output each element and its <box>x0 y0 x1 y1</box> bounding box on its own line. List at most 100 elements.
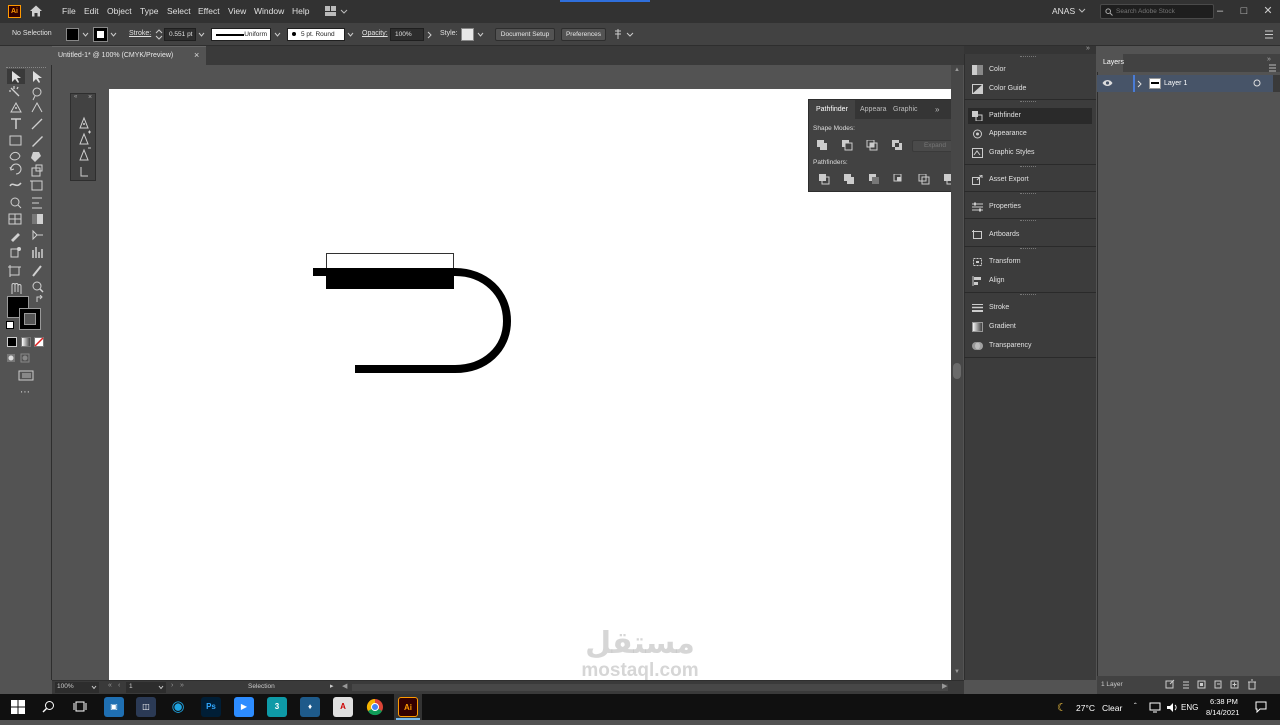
scroll-up-icon[interactable]: ▲ <box>954 67 960 73</box>
dock-grip[interactable] <box>1020 294 1036 297</box>
swap-colors-icon[interactable] <box>35 295 44 304</box>
default-colors-icon[interactable] <box>6 321 14 329</box>
document-setup-button[interactable]: Document Setup <box>495 28 555 41</box>
dock-artboards[interactable]: Artboards <box>968 227 1092 243</box>
dock-stroke[interactable]: Stroke <box>968 300 1092 316</box>
last-artboard-icon[interactable]: » <box>180 682 184 689</box>
target-icon[interactable] <box>1253 79 1261 87</box>
workspace-switcher-icon[interactable] <box>325 6 349 17</box>
next-artboard-icon[interactable]: › <box>171 682 173 689</box>
document-tab[interactable]: Untitled-1* @ 100% (CMYK/Preview) × <box>52 46 206 65</box>
taskbar-app-acrobat-icon[interactable]: A <box>333 697 353 717</box>
dock-align[interactable]: Align <box>968 273 1092 289</box>
taskbar-app-photoshop-icon[interactable]: Ps <box>201 697 221 717</box>
menu-view[interactable]: View <box>228 6 246 16</box>
menu-file[interactable]: File <box>62 6 76 16</box>
taskbar-app-game-icon[interactable]: ♦ <box>300 697 320 717</box>
preferences-button[interactable]: Preferences <box>561 28 606 41</box>
chevron-down-icon[interactable] <box>91 685 97 690</box>
stroke-weight-field[interactable]: 0.551 pt <box>164 28 196 41</box>
taskbar-app-illustrator-icon[interactable]: Ai <box>398 697 418 717</box>
menu-effect[interactable]: Effect <box>198 6 220 16</box>
notifications-icon[interactable] <box>1255 701 1267 713</box>
clock-date[interactable]: 8/14/2021 <box>1206 708 1239 717</box>
chevron-down-icon[interactable] <box>477 32 484 38</box>
screen-mode-icon[interactable] <box>18 370 34 382</box>
scroll-down-icon[interactable]: ▼ <box>954 669 960 675</box>
taskbar-app-vscode-icon[interactable]: ▣ <box>104 697 124 717</box>
volume-icon[interactable] <box>1166 702 1178 713</box>
dock-grip[interactable] <box>1020 101 1036 104</box>
dock-graphic-styles[interactable]: Graphic Styles <box>968 145 1092 161</box>
menu-edit[interactable]: Edit <box>84 6 99 16</box>
selected-rectangle-outline[interactable] <box>326 253 454 271</box>
collapse-icon[interactable]: » <box>1267 56 1271 63</box>
layer-name[interactable]: Layer 1 <box>1164 80 1187 87</box>
temperature[interactable]: 27°C <box>1076 703 1095 713</box>
chevron-down-icon[interactable] <box>110 32 117 38</box>
stepper-icon[interactable] <box>155 28 163 41</box>
layer-row[interactable]: Layer 1 <box>1097 75 1273 92</box>
stroke-swatch[interactable] <box>93 27 108 42</box>
layers-menu-icon[interactable] <box>1268 64 1277 72</box>
search-icon[interactable] <box>42 700 55 713</box>
chevron-down-icon[interactable] <box>158 685 164 690</box>
graphic-style-swatch[interactable] <box>461 28 474 41</box>
opacity-label[interactable]: Opacity: <box>362 30 388 37</box>
menu-type[interactable]: Type <box>140 6 158 16</box>
dock-transparency[interactable]: Transparency <box>968 338 1092 354</box>
close-panel-icon[interactable]: × <box>88 94 92 101</box>
tab-appearance[interactable]: Appeara <box>860 100 886 119</box>
dock-grip[interactable] <box>1020 166 1036 169</box>
chevron-down-icon[interactable] <box>1078 7 1086 15</box>
color-mode-icon[interactable] <box>7 337 17 347</box>
search-stock-box[interactable] <box>1100 4 1214 19</box>
windows-start-icon[interactable] <box>11 700 25 714</box>
chevron-up-icon[interactable]: ˆ <box>1134 702 1137 711</box>
menu-object[interactable]: Object <box>107 6 132 16</box>
clock-time[interactable]: 6:38 PM <box>1210 697 1238 706</box>
edit-toolbar-icon[interactable]: ⋯ <box>20 387 30 398</box>
stroke-color-box[interactable] <box>19 308 41 330</box>
dock-grip[interactable] <box>1020 248 1036 251</box>
dock-color-guide[interactable]: Color Guide <box>968 81 1092 97</box>
input-language[interactable]: ENG <box>1181 703 1198 712</box>
zoom-field[interactable]: 100% <box>55 682 99 693</box>
home-icon[interactable] <box>29 4 43 18</box>
scroll-right-icon[interactable]: ▶ <box>942 682 947 690</box>
eye-icon[interactable] <box>1102 79 1113 87</box>
tab-layers[interactable]: Layers <box>1103 59 1124 66</box>
dock-grip[interactable] <box>1020 193 1036 196</box>
scroll-left-icon[interactable]: ◀ <box>342 682 347 690</box>
taskbar-app-edge-icon[interactable]: ◉ <box>168 697 188 717</box>
task-view-icon[interactable] <box>73 700 87 713</box>
draw-mode-icons[interactable] <box>7 353 37 363</box>
panel-menu-icon[interactable] <box>1264 30 1274 39</box>
taskbar-app-chrome-icon[interactable] <box>365 697 385 717</box>
minimize-button[interactable]: – <box>1208 0 1232 23</box>
opacity-field[interactable]: 100% <box>390 28 424 41</box>
artboard-number-field[interactable]: 1 <box>126 682 166 693</box>
chevron-right-icon[interactable] <box>1137 80 1143 88</box>
dock-grip[interactable] <box>1020 220 1036 223</box>
search-input[interactable] <box>1116 6 1211 17</box>
stroke-label[interactable]: Stroke: <box>129 30 151 37</box>
collapse-panel-icon[interactable]: » <box>935 105 939 114</box>
vertical-scrollbar[interactable]: ▲ ▼ <box>951 65 963 680</box>
dock-pathfinder[interactable]: Pathfinder <box>968 108 1092 124</box>
chevron-right-icon[interactable] <box>427 31 433 39</box>
close-tab-icon[interactable]: × <box>194 50 199 60</box>
tab-pathfinder[interactable]: Pathfinder <box>809 100 855 119</box>
close-button[interactable]: ✕ <box>1256 0 1280 23</box>
chevron-down-icon[interactable] <box>347 32 354 38</box>
taskbar-app-explorer-icon[interactable]: ◫ <box>136 697 156 717</box>
artwork-paper-clip-shape[interactable] <box>300 245 520 380</box>
menu-help[interactable]: Help <box>292 6 309 16</box>
taskbar-app-zoom-icon[interactable]: ▶ <box>234 697 254 717</box>
brush-definition[interactable]: 5 pt. Round <box>287 28 345 41</box>
horizontal-scrollbar[interactable] <box>352 684 948 691</box>
dock-gradient[interactable]: Gradient <box>968 319 1092 335</box>
weather-condition[interactable]: Clear <box>1102 703 1122 713</box>
dock-transform[interactable]: Transform <box>968 254 1092 270</box>
user-name[interactable]: ANAS <box>1052 6 1075 16</box>
